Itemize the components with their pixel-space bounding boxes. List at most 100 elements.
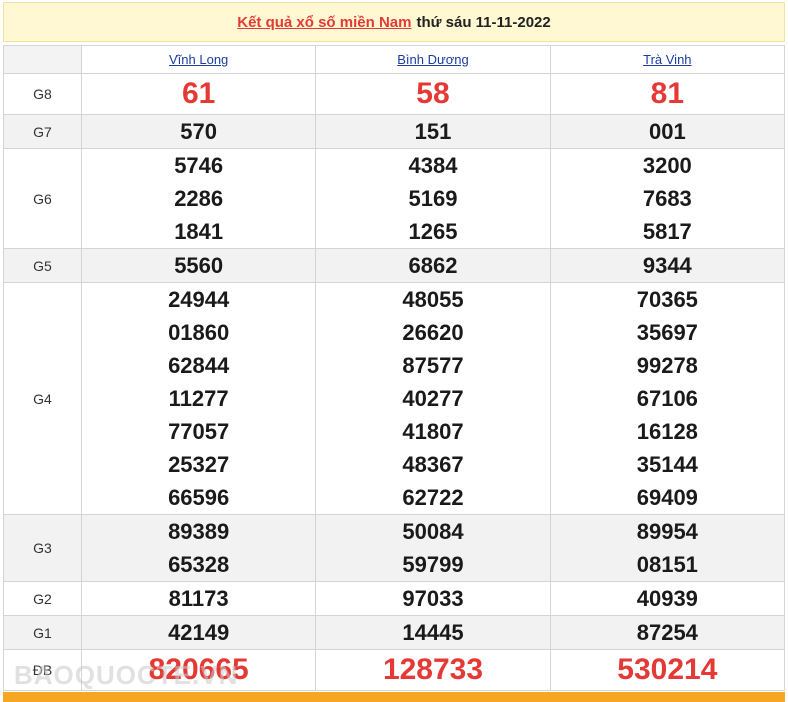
province-header: Bình Dương xyxy=(315,45,551,74)
prize-number: 35144 xyxy=(636,452,698,477)
prize-cell: 61 xyxy=(80,73,317,115)
prize-number: 87577 xyxy=(402,353,464,378)
prize-number: 570 xyxy=(180,119,218,144)
prize-number: 58 xyxy=(416,77,450,110)
prize-cell: 3200 7683 5817 xyxy=(549,148,786,249)
prize-number: 08151 xyxy=(636,552,698,577)
prize-number: 42149 xyxy=(168,620,230,645)
prize-cell: 81173 xyxy=(80,581,317,616)
prize-cell: 97033 xyxy=(315,581,551,616)
prize-number: 128733 xyxy=(382,653,484,686)
region-results-link[interactable]: Kết quả xổ số miền Nam xyxy=(237,14,411,31)
prize-number: 3200 xyxy=(642,153,692,178)
prize-label: G7 xyxy=(3,114,82,149)
prize-cell: 820665 xyxy=(80,649,317,691)
prize-number: 66596 xyxy=(168,485,230,510)
prize-number: 65328 xyxy=(168,552,230,577)
prize-number: 24944 xyxy=(168,287,230,312)
prize-number: 7683 xyxy=(642,186,692,211)
province-link-tra-vinh[interactable]: Trà Vinh xyxy=(643,52,691,67)
prize-cell: 001 xyxy=(549,114,786,149)
prize-number: 97033 xyxy=(402,586,464,611)
prize-number: 81 xyxy=(650,77,685,110)
prize-cell: 24944 01860 62844 11277 77057 25327 66596 xyxy=(80,282,317,515)
prize-cell: 50084 59799 xyxy=(315,514,551,582)
prize-number: 81173 xyxy=(168,586,229,611)
prize-row: G6 5746 2286 1841 4384 5169 1265 3200 7683 5817 xyxy=(3,148,786,249)
prize-number: 26620 xyxy=(402,320,464,345)
prize-number: 6862 xyxy=(408,253,458,278)
prize-number: 48055 xyxy=(402,287,464,312)
prize-cell: 9344 xyxy=(549,248,786,283)
prize-cell: 89389 65328 xyxy=(80,514,317,582)
prize-number: 50084 xyxy=(402,519,464,544)
prize-row: G8 61 58 81 xyxy=(3,73,786,115)
bottom-bar xyxy=(3,692,785,702)
prize-number: 35697 xyxy=(636,320,698,345)
prize-row: G5 5560 6862 9344 xyxy=(3,248,786,283)
prize-number: 4384 xyxy=(408,153,458,178)
prize-cell: 14445 xyxy=(315,615,551,650)
prize-label: G3 xyxy=(3,514,82,582)
prize-number: 61 xyxy=(181,77,216,110)
prize-cell: 5560 xyxy=(80,248,317,283)
prize-label: G6 xyxy=(3,148,82,249)
prize-number: 14445 xyxy=(402,620,464,645)
province-header: Vĩnh Long xyxy=(80,45,317,74)
prize-number: 01860 xyxy=(168,320,230,345)
province-header: Trà Vinh xyxy=(549,45,786,74)
prize-number: 87254 xyxy=(636,620,698,645)
prize-cell: 58 xyxy=(315,73,551,115)
prize-label: G4 xyxy=(3,282,82,515)
prize-number: 5560 xyxy=(174,253,224,278)
prize-cell: 151 xyxy=(315,114,551,149)
province-link-vinh-long[interactable]: Vĩnh Long xyxy=(169,52,228,67)
prize-row: G3 89389 65328 50084 59799 89954 08151 xyxy=(3,514,786,582)
prize-number: 5746 xyxy=(174,153,224,178)
prize-number: 62722 xyxy=(402,485,464,510)
prize-number: 40277 xyxy=(402,386,464,411)
prize-number: 151 xyxy=(414,119,452,144)
prize-number: 2286 xyxy=(174,186,224,211)
prize-row: ĐB 820665 128733 530214 xyxy=(3,649,786,691)
prize-row: G2 81173 97033 40939 xyxy=(3,581,786,616)
prize-number: 89389 xyxy=(168,519,230,544)
draw-date: thứ sáu 11-11-2022 xyxy=(416,13,551,31)
prize-label: G8 xyxy=(3,73,82,115)
prize-number: 48367 xyxy=(402,452,464,477)
prize-label: G1 xyxy=(3,615,82,650)
prize-number: 67106 xyxy=(636,386,698,411)
results-table: Vĩnh Long Bình Dương Trà Vinh G8 61 58 81 G7… xyxy=(3,45,786,691)
prize-number: 59799 xyxy=(402,552,464,577)
prize-number: 5817 xyxy=(642,219,692,244)
prize-label: G5 xyxy=(3,248,82,283)
prize-number: 41807 xyxy=(402,419,464,444)
prize-number: 62844 xyxy=(168,353,230,378)
prize-cell: 5746 2286 1841 xyxy=(80,148,317,249)
prize-cell: 4384 5169 1265 xyxy=(315,148,551,249)
prize-number: 1841 xyxy=(174,219,224,244)
prize-row: G7 570 151 001 xyxy=(3,114,786,149)
prize-number: 89954 xyxy=(636,519,698,544)
corner-cell xyxy=(3,45,82,74)
prize-row: G1 42149 14445 87254 xyxy=(3,615,786,650)
results-header: Kết quả xổ số miền Nam thứ sáu 11-11-202… xyxy=(3,2,785,42)
prize-number: 25327 xyxy=(168,452,230,477)
prize-cell: 81 xyxy=(549,73,786,115)
prize-cell: 89954 08151 xyxy=(549,514,786,582)
prize-number: 99278 xyxy=(636,353,698,378)
lottery-results: Kết quả xổ số miền Nam thứ sáu 11-11-202… xyxy=(3,0,786,691)
prize-label: ĐB xyxy=(3,649,82,691)
prize-number: 16128 xyxy=(636,419,698,444)
prize-number: 9344 xyxy=(642,253,692,278)
prize-number: 530214 xyxy=(617,653,718,686)
prize-cell: 42149 xyxy=(80,615,317,650)
prize-number: 11277 xyxy=(168,386,229,411)
province-link-binh-duong[interactable]: Bình Dương xyxy=(397,52,468,67)
prize-number: 1265 xyxy=(408,219,458,244)
prize-number: 40939 xyxy=(636,586,698,611)
prize-cell: 530214 xyxy=(549,649,786,691)
prize-number: 77057 xyxy=(168,419,230,444)
prize-cell: 87254 xyxy=(549,615,786,650)
prize-label: G2 xyxy=(3,581,82,616)
